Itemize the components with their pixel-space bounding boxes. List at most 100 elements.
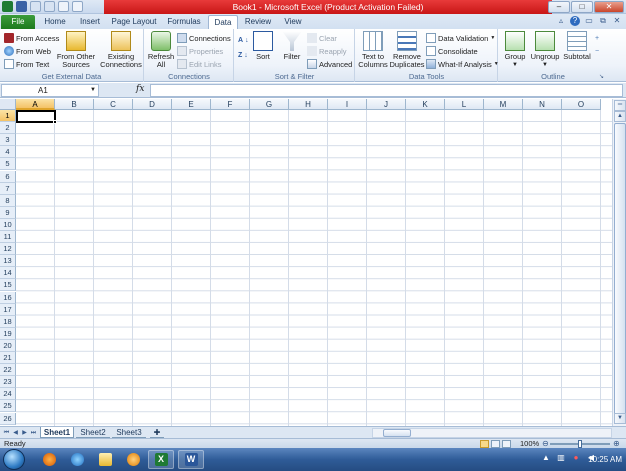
row-header[interactable]: 19 — [0, 327, 16, 340]
column-header[interactable]: E — [172, 99, 211, 110]
what-if-analysis-button[interactable]: What-If Analysis ▼ — [426, 58, 499, 70]
from-other-sources-button[interactable]: From Other Sources — [56, 31, 96, 69]
sheet-tab-sheet2[interactable]: Sheet2 — [76, 427, 110, 438]
maximize-button[interactable]: □ — [571, 1, 593, 13]
column-header[interactable]: A — [16, 99, 55, 110]
normal-view-icon[interactable] — [480, 440, 489, 448]
undo-icon[interactable] — [30, 1, 41, 12]
connections-button[interactable]: Connections — [177, 32, 231, 44]
taskbar-media-player[interactable] — [120, 450, 146, 469]
tab-formulas[interactable]: Formulas — [162, 15, 206, 29]
sort-button[interactable]: Sort — [252, 31, 274, 61]
insert-function-button[interactable]: fx — [136, 84, 144, 94]
close-workbook-icon[interactable]: ✕ — [612, 16, 622, 26]
text-to-columns-button[interactable]: Text to Columns — [358, 31, 388, 69]
column-header[interactable]: D — [133, 99, 172, 110]
row-header[interactable]: 3 — [0, 134, 16, 147]
row-header[interactable]: 25 — [0, 400, 16, 413]
cell-area[interactable] — [16, 110, 612, 426]
sort-z-a-button[interactable]: Z ↓ — [238, 49, 248, 61]
close-button[interactable]: ✕ — [594, 1, 624, 13]
row-header[interactable]: 26 — [0, 412, 16, 425]
page-layout-view-icon[interactable] — [491, 440, 500, 448]
column-header[interactable]: I — [328, 99, 367, 110]
edit-links-button[interactable]: Edit Links — [177, 58, 222, 70]
start-button[interactable] — [3, 449, 25, 470]
taskbar-ie[interactable] — [64, 450, 90, 469]
worksheet-grid[interactable]: ABCDEFGHIJKLMNO 1 2 3 4 5 6 7 8 9 10 11 12 13 14 15 16 1… — [0, 99, 612, 426]
vertical-scrollbar[interactable]: ═ ▲ ▼ — [612, 99, 626, 426]
active-cell-a1[interactable] — [16, 110, 57, 124]
fill-handle[interactable] — [53, 120, 57, 124]
column-header[interactable]: L — [445, 99, 484, 110]
row-header[interactable]: 9 — [0, 206, 16, 219]
restore-window-icon[interactable]: ▭ — [584, 16, 594, 26]
advanced-filter-button[interactable]: Advanced — [307, 58, 352, 70]
scroll-down-icon[interactable]: ▼ — [614, 413, 626, 424]
row-header[interactable]: 4 — [0, 146, 16, 159]
save-icon[interactable] — [16, 1, 27, 12]
help-icon[interactable]: ? — [570, 16, 580, 26]
from-access-button[interactable]: From Access — [4, 32, 59, 44]
refresh-all-button[interactable]: Refresh All — [147, 31, 175, 69]
tab-home[interactable]: Home — [38, 15, 72, 29]
row-header[interactable]: 15 — [0, 279, 16, 292]
from-text-button[interactable]: From Text — [4, 58, 49, 70]
zoom-slider-knob[interactable] — [578, 440, 582, 448]
customize-qat-icon[interactable] — [72, 1, 83, 12]
existing-connections-button[interactable]: Existing Connections — [100, 31, 142, 69]
row-header[interactable]: 11 — [0, 231, 16, 243]
last-sheet-icon[interactable]: ⏭ — [29, 428, 38, 438]
network-icon[interactable]: ▥ — [556, 452, 566, 463]
column-header[interactable]: O — [562, 99, 601, 110]
formula-input[interactable] — [150, 84, 623, 97]
clear-filter-button[interactable]: Clear — [307, 32, 337, 44]
column-header[interactable]: G — [250, 99, 289, 110]
taskbar-word[interactable]: W — [178, 450, 204, 469]
group-button[interactable]: Group ▼ — [501, 31, 529, 69]
reapply-button[interactable]: Reapply — [307, 45, 347, 57]
tab-insert[interactable]: Insert — [72, 15, 108, 29]
row-header[interactable]: 14 — [0, 267, 16, 280]
minimize-button[interactable]: – — [548, 1, 570, 13]
column-header[interactable]: F — [211, 99, 250, 110]
row-header[interactable]: 20 — [0, 339, 16, 352]
tab-page-layout[interactable]: Page Layout — [108, 15, 160, 29]
insert-sheet-icon[interactable]: ✚ — [150, 427, 164, 438]
column-header[interactable]: J — [367, 99, 406, 110]
taskbar-clock[interactable]: 10:25 AM — [588, 448, 622, 471]
taskbar-excel[interactable]: X — [148, 450, 174, 469]
sheet-tab-sheet3[interactable]: Sheet3 — [112, 427, 146, 438]
row-header[interactable]: 2 — [0, 122, 16, 135]
name-box-dropdown-icon[interactable]: ▼ — [90, 85, 96, 96]
column-header[interactable]: B — [55, 99, 94, 110]
subtotal-button[interactable]: Subtotal — [561, 31, 593, 61]
column-header[interactable]: N — [523, 99, 562, 110]
column-header[interactable]: M — [484, 99, 523, 110]
select-all-corner[interactable] — [0, 99, 16, 110]
column-header[interactable]: K — [406, 99, 445, 110]
next-sheet-icon[interactable]: ▶ — [20, 428, 29, 438]
prev-sheet-icon[interactable]: ◀ — [11, 428, 20, 438]
show-detail-button[interactable]: + — [595, 32, 599, 44]
row-header[interactable]: 16 — [0, 291, 16, 304]
row-header[interactable]: 23 — [0, 376, 16, 389]
row-header[interactable]: 5 — [0, 158, 16, 171]
sheet-tab-sheet1[interactable]: Sheet1 — [40, 427, 74, 438]
alert-icon[interactable]: ● — [571, 452, 581, 463]
tab-file[interactable]: File — [1, 15, 35, 29]
name-box[interactable]: A1 ▼ — [1, 84, 99, 97]
split-box-icon[interactable]: ═ — [614, 100, 626, 111]
print-preview-icon[interactable] — [58, 1, 69, 12]
scroll-up-icon[interactable]: ▲ — [614, 111, 626, 122]
row-header[interactable]: 8 — [0, 194, 16, 207]
row-header[interactable]: 17 — [0, 303, 16, 316]
remove-duplicates-button[interactable]: Remove Duplicates — [389, 31, 425, 69]
row-header[interactable]: 12 — [0, 243, 16, 256]
minimize-ribbon-icon[interactable]: ▵ — [556, 16, 566, 26]
sort-a-z-button[interactable]: A ↓ — [238, 34, 249, 46]
row-header[interactable]: 10 — [0, 218, 16, 231]
column-header[interactable]: H — [289, 99, 328, 110]
taskbar-firefox[interactable] — [36, 450, 62, 469]
row-header[interactable]: 18 — [0, 315, 16, 328]
